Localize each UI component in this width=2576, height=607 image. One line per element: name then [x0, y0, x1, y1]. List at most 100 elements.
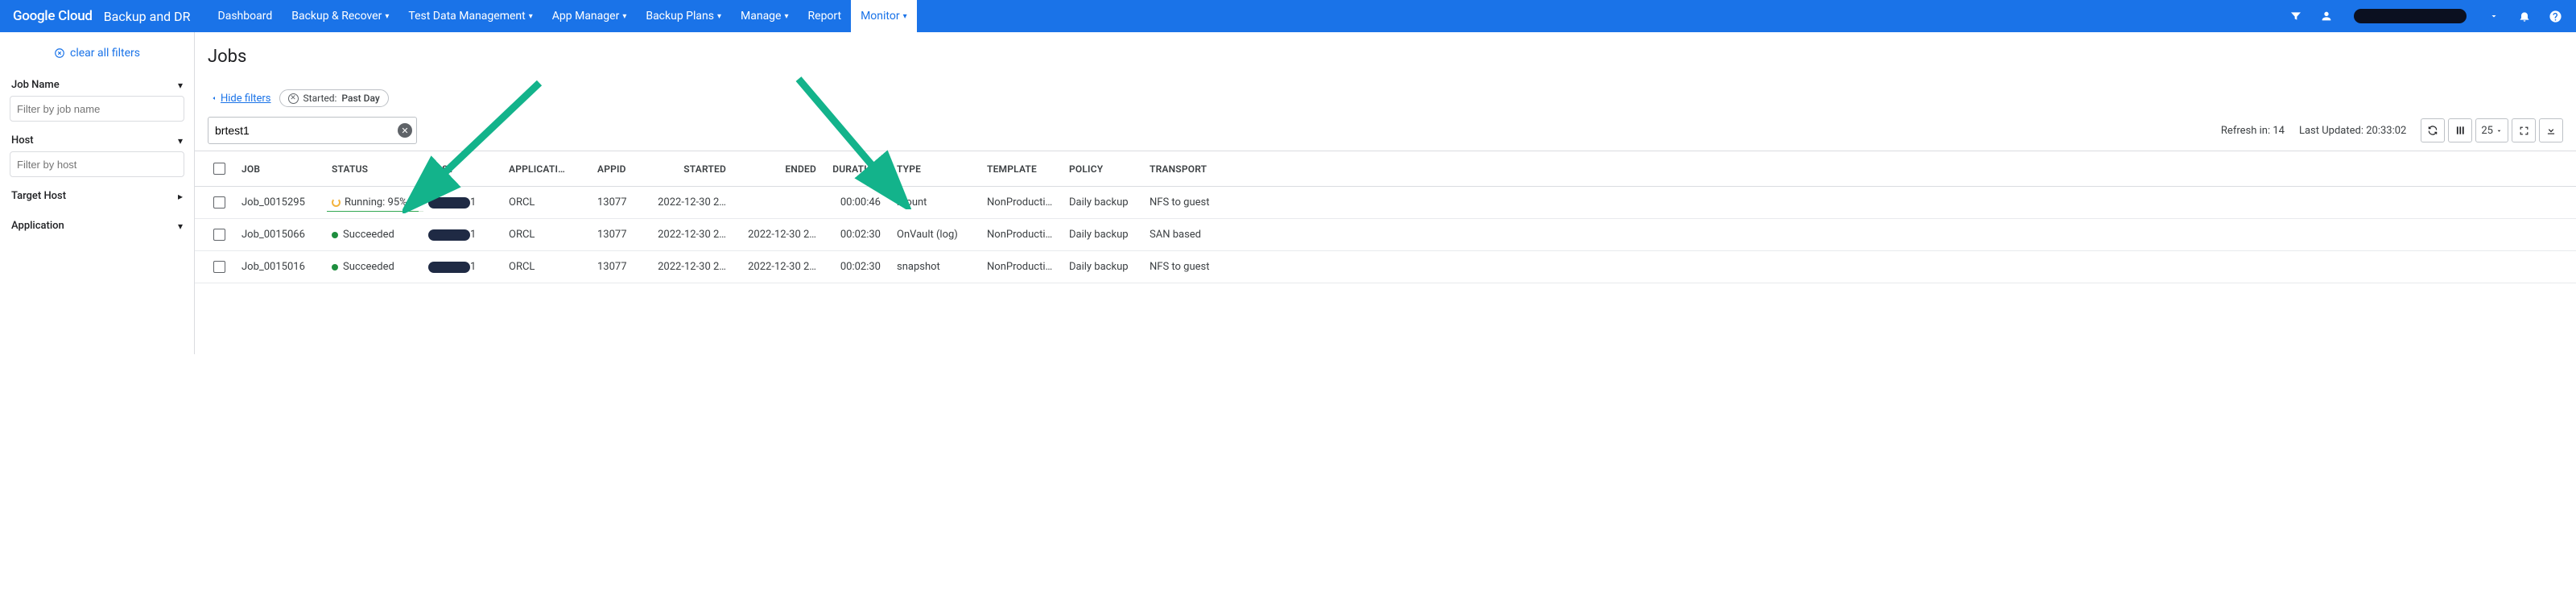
topbar-actions [2288, 8, 2563, 24]
nav-test-data-management[interactable]: Test Data Management▾ [398, 0, 542, 32]
filter-chip-started[interactable]: ✕ Started: Past Day [279, 89, 389, 107]
chevron-down-icon[interactable] [2486, 8, 2502, 24]
google-cloud-logo: Google Cloud [13, 8, 93, 24]
help-icon[interactable] [2547, 8, 2563, 24]
fullscreen-button[interactable] [2512, 118, 2536, 142]
cell-status: Succeeded [327, 258, 423, 276]
caret-icon: ▾ [178, 135, 183, 147]
col-job[interactable]: JOB [237, 160, 327, 178]
cell-duration: 00:00:46 [828, 193, 892, 212]
filter-toggle[interactable]: Target Host▸ [10, 187, 184, 207]
cell-policy: Daily backup [1064, 193, 1145, 212]
col-transport[interactable]: TRANSPORT [1145, 160, 1246, 178]
brand-area: Google Cloud [13, 8, 93, 24]
cell-policy: Daily backup [1064, 258, 1145, 276]
cell-application: ORCL [504, 193, 592, 212]
col-duration[interactable]: DURATION [828, 160, 892, 178]
nav-label: Manage [741, 10, 781, 23]
nav-label: Report [808, 10, 842, 23]
nav-dashboard[interactable]: Dashboard [208, 0, 283, 32]
filter-input[interactable] [10, 96, 184, 122]
nav-label: App Manager [552, 10, 620, 23]
cell-duration: 00:02:30 [828, 258, 892, 276]
col-appid[interactable]: APPID [592, 160, 652, 178]
host-redacted [428, 262, 470, 273]
hide-filters-toggle[interactable]: Hide filters [211, 93, 271, 105]
table-row[interactable]: Job_0015016Succeeded1ORCL130772022-12-30… [195, 251, 2576, 283]
row-checkbox[interactable] [213, 229, 225, 241]
row-checkbox[interactable] [213, 261, 225, 273]
chip-value: Past Day [341, 93, 379, 104]
triangle-left-icon [211, 94, 217, 102]
columns-button[interactable] [2448, 118, 2472, 142]
nav-app-manager[interactable]: App Manager▾ [543, 0, 637, 32]
cell-appid: 13077 [592, 225, 652, 244]
filter-group-application: Application▾ [10, 217, 184, 237]
filter-group-job-name: Job Name▾ [10, 76, 184, 122]
filter-group-target-host: Target Host▸ [10, 187, 184, 207]
refresh-button[interactable] [2421, 118, 2445, 142]
cell-job: Job_0015295 [237, 193, 327, 212]
col-type[interactable]: TYPE [892, 160, 982, 178]
filter-label-text: Host [11, 134, 34, 147]
cell-host: 1 [423, 225, 504, 244]
primary-nav: DashboardBackup & Recover▾Test Data Mana… [208, 0, 917, 32]
success-dot-icon [332, 264, 338, 270]
jobs-search-input[interactable] [208, 117, 417, 144]
user-icon[interactable] [2318, 8, 2334, 24]
bell-icon[interactable] [2516, 8, 2533, 24]
cell-job: Job_0015016 [237, 258, 327, 276]
filter-icon[interactable] [2288, 8, 2304, 24]
filter-label-text: Application [11, 220, 64, 232]
chevron-down-icon: ▾ [622, 12, 626, 21]
host-redacted [428, 229, 470, 241]
nav-monitor[interactable]: Monitor▾ [851, 0, 917, 32]
table-row[interactable]: Job_0015066Succeeded1ORCL130772022-12-30… [195, 219, 2576, 251]
filter-toggle[interactable]: Application▾ [10, 217, 184, 237]
success-dot-icon [332, 232, 338, 238]
filter-input[interactable] [10, 151, 184, 177]
cell-type: OnVault (log) [892, 225, 982, 244]
content-area: Jobs Hide filters ✕ Started: Past Day ✕ … [195, 32, 2576, 354]
cell-host: 1 [423, 193, 504, 212]
cell-appid: 13077 [592, 258, 652, 276]
filter-toggle[interactable]: Host ▾ [10, 131, 184, 151]
nav-backup-recover[interactable]: Backup & Recover▾ [282, 0, 398, 32]
spinner-icon [332, 198, 341, 207]
filter-label-text: Target Host [11, 190, 66, 202]
nav-label: Test Data Management [408, 10, 525, 23]
nav-label: Backup & Recover [291, 10, 382, 23]
page-size-select[interactable]: 25 [2475, 118, 2508, 142]
table-row[interactable]: Job_0015295Running: 95%1ORCL130772022-12… [195, 187, 2576, 219]
cell-ended: 2022-12-30 2… [737, 225, 828, 244]
nav-backup-plans[interactable]: Backup Plans▾ [636, 0, 731, 32]
search-clear-icon[interactable]: ✕ [398, 123, 412, 138]
filter-toggle[interactable]: Job Name▾ [10, 76, 184, 96]
select-all-checkbox[interactable] [213, 163, 225, 175]
col-template[interactable]: TEMPLATE [982, 160, 1064, 178]
clear-all-filters[interactable]: clear all filters [10, 47, 184, 60]
chevron-down-icon: ▾ [903, 12, 907, 21]
row-checkbox[interactable] [213, 196, 225, 209]
col-host[interactable]: HOST [423, 160, 504, 178]
chevron-down-icon: ▾ [385, 12, 389, 21]
cell-started: 2022-12-30 2… [652, 193, 737, 212]
table-header: JOB STATUS HOST APPLICATI… APPID STARTED… [195, 151, 2576, 187]
download-button[interactable] [2539, 118, 2563, 142]
cell-transport: NFS to guest [1145, 258, 1246, 276]
cell-application: ORCL [504, 225, 592, 244]
col-application[interactable]: APPLICATI… [504, 160, 592, 178]
col-status[interactable]: STATUS [327, 160, 423, 178]
chip-key: Started: [303, 93, 337, 104]
cell-type: mount [892, 193, 982, 212]
jobs-table: JOB STATUS HOST APPLICATI… APPID STARTED… [195, 151, 2576, 283]
nav-manage[interactable]: Manage▾ [731, 0, 799, 32]
col-ended[interactable]: ENDED [737, 160, 828, 178]
chip-remove-icon[interactable]: ✕ [288, 93, 299, 104]
nav-report[interactable]: Report [799, 0, 852, 32]
nav-label: Monitor [861, 10, 900, 23]
col-started[interactable]: STARTED [652, 160, 737, 178]
col-policy[interactable]: POLICY [1064, 160, 1145, 178]
hide-filters-label: Hide filters [221, 93, 271, 105]
caret-icon: ▾ [178, 80, 183, 91]
